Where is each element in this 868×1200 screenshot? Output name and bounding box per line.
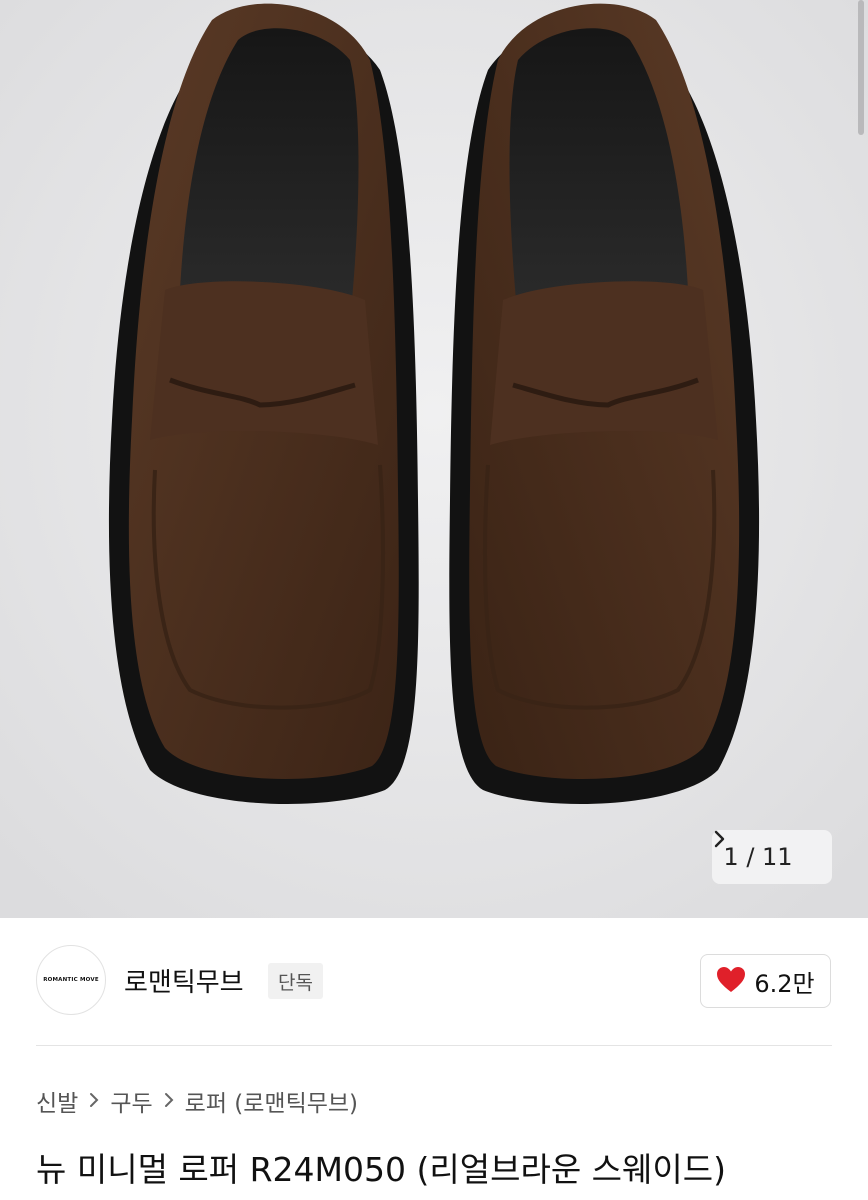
image-counter: 1 / 11 xyxy=(723,843,793,871)
chevron-right-icon xyxy=(88,1089,100,1113)
exclusive-badge: 단독 xyxy=(268,963,323,999)
like-count: 6.2만 xyxy=(754,969,815,998)
product-image xyxy=(0,0,868,918)
breadcrumb-item-loafer[interactable]: 로퍼 (로맨틱무브) xyxy=(185,1084,358,1118)
image-counter-next-button[interactable]: 1 / 11 xyxy=(712,830,832,884)
brand-logo-text: ROMANTIC MOVE xyxy=(43,977,99,983)
divider xyxy=(36,1045,832,1046)
page-scrollbar[interactable] xyxy=(858,0,864,135)
breadcrumb: 신발 구두 로퍼 (로맨틱무브) xyxy=(36,1084,358,1118)
breadcrumb-item-shoes[interactable]: 신발 xyxy=(36,1084,78,1118)
like-button[interactable]: 6.2만 xyxy=(700,954,831,1008)
brand-name-link[interactable]: 로맨틱무브 xyxy=(124,962,244,999)
product-title: 뉴 미니멀 로퍼 R24M050 (리얼브라운 스웨이드) xyxy=(36,1150,726,1189)
breadcrumb-item-dress-shoes[interactable]: 구두 xyxy=(110,1084,152,1118)
chevron-right-icon xyxy=(714,830,821,866)
product-image-gallery[interactable]: 1 / 11 xyxy=(0,0,868,918)
brand-logo[interactable]: ROMANTIC MOVE xyxy=(36,945,106,1015)
brand-row: ROMANTIC MOVE 로맨틱무브 단독 6.2만 xyxy=(0,918,868,1045)
chevron-right-icon xyxy=(163,1089,175,1113)
heart-icon xyxy=(716,966,746,997)
